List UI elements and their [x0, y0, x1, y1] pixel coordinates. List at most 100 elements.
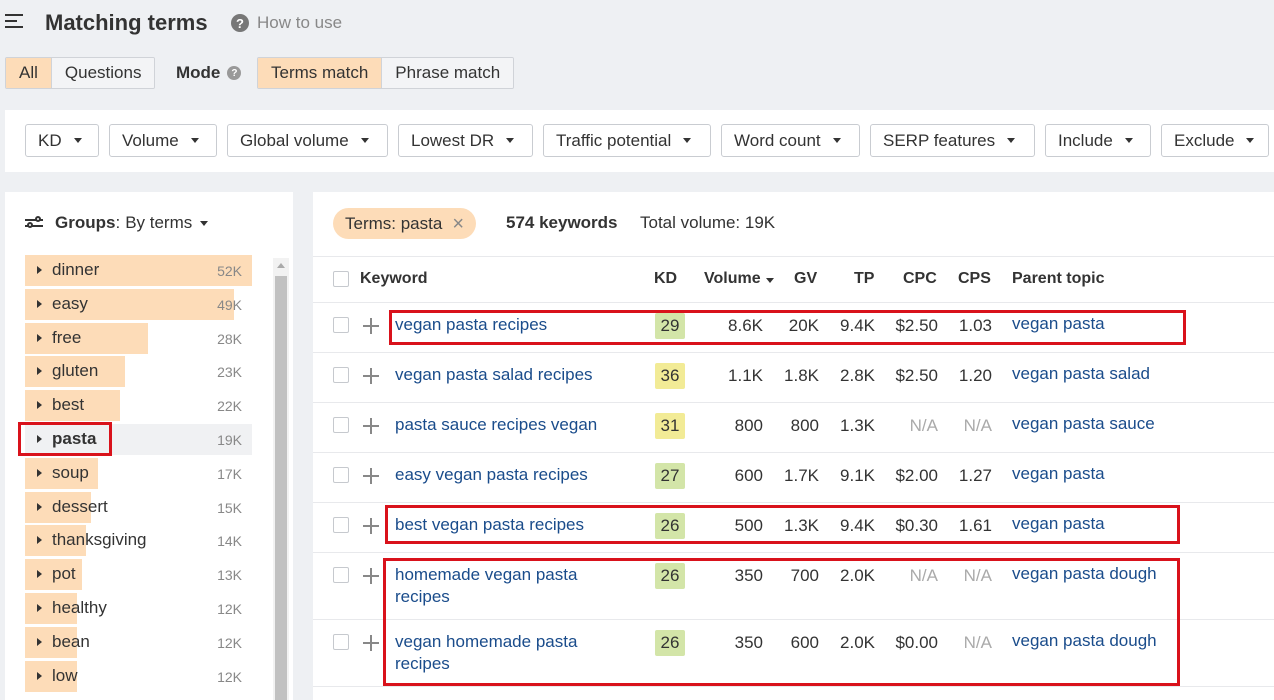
add-icon[interactable] — [363, 518, 379, 534]
how-to-use-link[interactable]: ? How to use — [231, 13, 342, 33]
highlight-box — [389, 310, 1186, 345]
group-count: 12K — [217, 600, 242, 617]
expand-arrow-icon[interactable] — [37, 502, 42, 511]
expand-arrow-icon[interactable] — [37, 333, 42, 342]
filter-kd[interactable]: KD — [25, 124, 99, 157]
group-count: 15K — [217, 499, 242, 516]
group-name: soup — [52, 462, 89, 482]
tab-questions[interactable]: Questions — [51, 58, 155, 88]
how-to-use-label: How to use — [257, 13, 343, 32]
group-item-gluten[interactable]: gluten 23K — [25, 355, 252, 389]
tab-terms-match[interactable]: Terms match — [258, 58, 383, 88]
expand-arrow-icon[interactable] — [37, 401, 42, 410]
filter-word-count[interactable]: Word count — [721, 124, 860, 157]
close-icon[interactable]: × — [452, 214, 464, 234]
tab-all[interactable]: All — [6, 58, 52, 88]
col-cps[interactable]: CPS — [958, 270, 991, 288]
col-parent-topic[interactable]: Parent topic — [1012, 270, 1104, 288]
filter-serp-features[interactable]: SERP features — [870, 124, 1035, 157]
group-item-healthy[interactable]: healthy 12K — [25, 592, 252, 626]
tab-phrase-match[interactable]: Phrase match — [382, 58, 514, 88]
expand-arrow-icon[interactable] — [37, 671, 42, 680]
group-item-pot[interactable]: pot 13K — [25, 558, 252, 592]
chevron-down-icon — [683, 138, 692, 143]
page-title: Matching terms — [45, 10, 208, 35]
group-item-dessert[interactable]: dessert 15K — [25, 491, 252, 525]
row-checkbox[interactable] — [333, 467, 349, 483]
expand-arrow-icon[interactable] — [37, 536, 42, 545]
group-item-bean[interactable]: bean 12K — [25, 626, 252, 660]
filter-label: Global volume — [240, 130, 349, 150]
keyword-link[interactable]: pasta sauce recipes vegan — [395, 414, 635, 436]
group-item-soup[interactable]: soup 17K — [25, 457, 252, 491]
groups-scrollbar[interactable] — [273, 258, 289, 700]
row-checkbox[interactable] — [333, 317, 349, 333]
chevron-down-icon — [832, 138, 841, 143]
expand-arrow-icon[interactable] — [37, 367, 42, 376]
row-checkbox[interactable] — [333, 517, 349, 533]
select-all-checkbox[interactable] — [333, 271, 349, 287]
add-icon[interactable] — [363, 318, 379, 334]
group-bar — [25, 322, 148, 354]
group-item-free[interactable]: free 28K — [25, 322, 252, 356]
expand-arrow-icon[interactable] — [37, 299, 42, 308]
group-name: dinner — [52, 260, 100, 279]
filter-volume[interactable]: Volume — [109, 124, 217, 157]
row-checkbox[interactable] — [333, 417, 349, 433]
group-item-thanksgiving[interactable]: thanksgiving 14K — [25, 524, 252, 558]
mode-label-text: Mode — [176, 63, 221, 82]
group-name: easy — [52, 293, 88, 313]
group-item-best[interactable]: best 22K — [25, 389, 252, 423]
add-icon[interactable] — [363, 368, 379, 384]
gv-value: 1.8K — [784, 366, 819, 385]
expand-arrow-icon[interactable] — [37, 468, 42, 477]
volume-value: 600 — [734, 466, 763, 485]
keyword-link[interactable]: vegan pasta salad recipes — [395, 364, 635, 386]
parent-topic-link[interactable]: vegan pasta salad — [1012, 364, 1150, 384]
chevron-down-icon — [506, 138, 515, 143]
filter-exclude[interactable]: Exclude — [1161, 124, 1269, 157]
chevron-down-icon — [1124, 138, 1133, 143]
groups-selector[interactable]: Groups: By terms — [25, 213, 209, 233]
scroll-thumb[interactable] — [275, 276, 287, 700]
group-item-dinner[interactable]: dinner 52K — [25, 254, 252, 288]
group-name: bean — [52, 631, 90, 651]
group-name: low — [52, 665, 78, 685]
parent-topic-link[interactable]: vegan pasta sauce — [1012, 414, 1155, 434]
group-list: dinner 52K easy 49K free 28K gluten 23K best 22K p… — [25, 254, 252, 693]
row-checkbox[interactable] — [333, 567, 349, 583]
filter-include[interactable]: Include — [1045, 124, 1151, 157]
group-item-easy[interactable]: easy 49K — [25, 288, 252, 322]
col-keyword[interactable]: Keyword — [360, 270, 428, 288]
expand-arrow-icon[interactable] — [37, 570, 42, 579]
scroll-up-icon[interactable] — [277, 263, 285, 268]
expand-arrow-icon[interactable] — [37, 266, 42, 274]
add-icon[interactable] — [363, 635, 379, 651]
filter-lowest-dr[interactable]: Lowest DR — [398, 124, 533, 157]
col-cpc[interactable]: CPC — [903, 270, 937, 288]
menu-icon[interactable] — [5, 14, 25, 31]
add-icon[interactable] — [363, 568, 379, 584]
term-filter-chip[interactable]: Terms: pasta × — [333, 208, 476, 239]
filter-global-volume[interactable]: Global volume — [227, 124, 388, 157]
row-checkbox[interactable] — [333, 367, 349, 383]
col-volume[interactable]: Volume — [704, 270, 774, 288]
add-icon[interactable] — [363, 468, 379, 484]
expand-arrow-icon[interactable] — [37, 603, 42, 612]
sort-desc-icon — [765, 278, 774, 283]
col-gv[interactable]: GV — [794, 270, 817, 288]
group-count: 49K — [217, 296, 242, 313]
keyword-link[interactable]: easy vegan pasta recipes — [395, 464, 635, 486]
col-kd[interactable]: KD — [654, 270, 677, 288]
row-checkbox[interactable] — [333, 634, 349, 650]
group-count: 22K — [217, 398, 242, 415]
highlight-box — [385, 505, 1180, 544]
parent-topic-link[interactable]: vegan pasta — [1012, 464, 1105, 484]
filter-traffic-potential[interactable]: Traffic potential — [543, 124, 711, 157]
group-count: 12K — [217, 634, 242, 651]
expand-arrow-icon[interactable] — [37, 637, 42, 646]
mode-help-icon[interactable]: ? — [227, 66, 242, 80]
col-tp[interactable]: TP — [854, 270, 874, 288]
group-item-low[interactable]: low 12K — [25, 660, 252, 694]
add-icon[interactable] — [363, 418, 379, 434]
